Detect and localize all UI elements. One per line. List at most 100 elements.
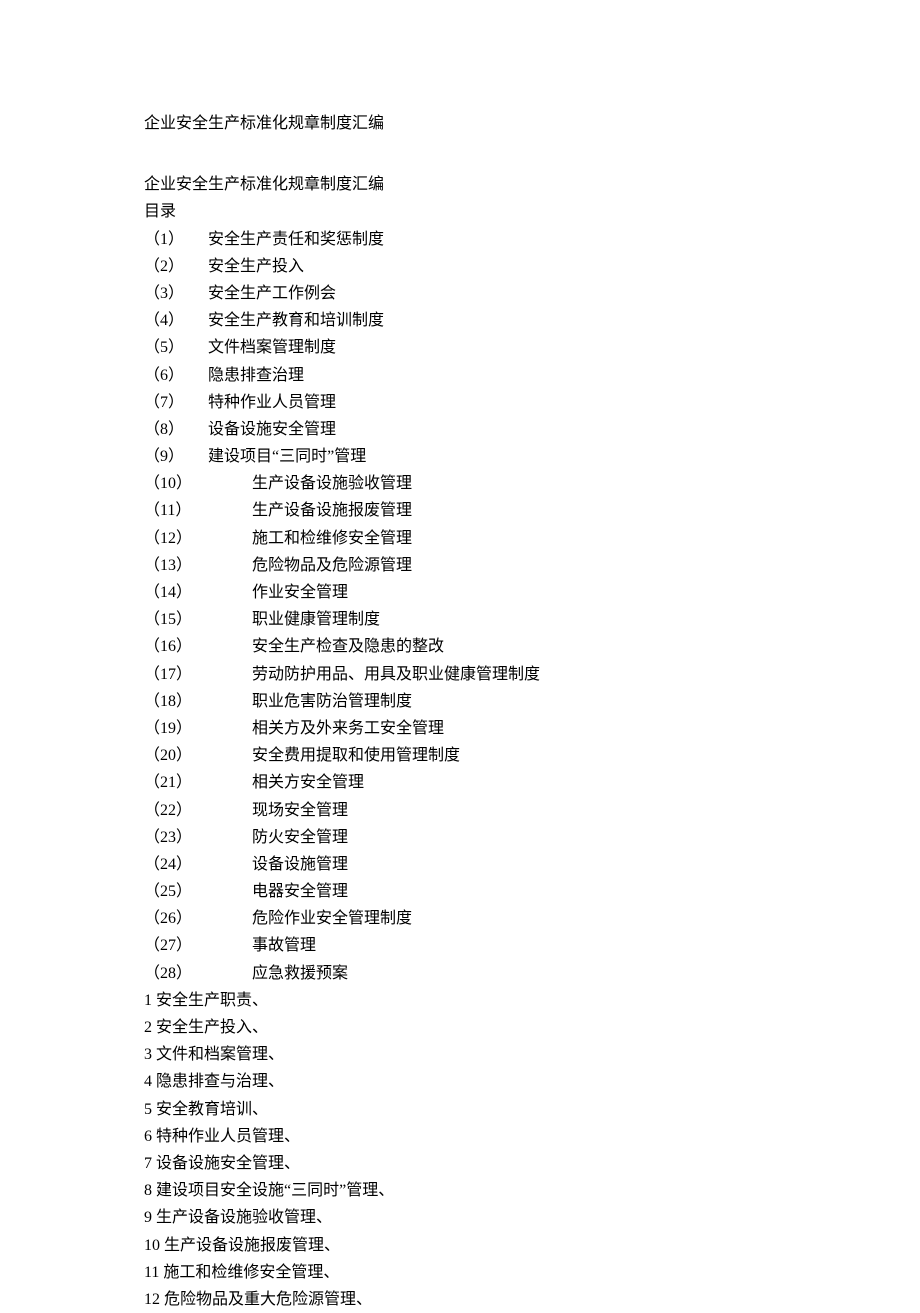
toc-item-text: 应急救援预案 [252, 960, 348, 987]
list-item: 9 生产设备设施验收管理、 [144, 1204, 920, 1231]
toc-item-text: 防火安全管理 [252, 824, 348, 851]
toc-item: （25）电器安全管理 [144, 878, 920, 905]
toc-item-text: 现场安全管理 [252, 797, 348, 824]
toc-item-text: 安全生产检查及隐患的整改 [252, 633, 444, 660]
toc-item-number: （18） [144, 688, 252, 715]
toc-item-text: 危险物品及危险源管理 [252, 552, 412, 579]
toc-item-text: 建设项目“三同时”管理 [208, 443, 366, 470]
toc-item-text: 职业危害防治管理制度 [252, 688, 412, 715]
toc-list: （1）安全生产责任和奖惩制度（2）安全生产投入（3）安全生产工作例会（4）安全生… [144, 226, 920, 987]
toc-item-text: 生产设备设施报废管理 [252, 497, 412, 524]
toc-item-number: （12） [144, 525, 252, 552]
toc-item-text: 职业健康管理制度 [252, 606, 380, 633]
toc-item-number: （27） [144, 932, 252, 959]
list-item: 7 设备设施安全管理、 [144, 1150, 920, 1177]
toc-item-number: （7） [144, 389, 208, 416]
toc-heading: 目录 [144, 198, 920, 225]
toc-item-number: （17） [144, 661, 252, 688]
toc-item-text: 电器安全管理 [252, 878, 348, 905]
toc-item: （20）安全费用提取和使用管理制度 [144, 742, 920, 769]
toc-item-text: 安全生产工作例会 [208, 280, 336, 307]
toc-item-number: （14） [144, 579, 252, 606]
toc-item-text: 安全费用提取和使用管理制度 [252, 742, 460, 769]
toc-item: （6）隐患排查治理 [144, 362, 920, 389]
toc-item-text: 事故管理 [252, 932, 316, 959]
toc-item-text: 劳动防护用品、用具及职业健康管理制度 [252, 661, 540, 688]
document-page: 企业安全生产标准化规章制度汇编 企业安全生产标准化规章制度汇编 目录 （1）安全… [0, 0, 920, 1313]
toc-item-text: 安全生产投入 [208, 253, 304, 280]
toc-item: （9）建设项目“三同时”管理 [144, 443, 920, 470]
toc-item-number: （21） [144, 769, 252, 796]
toc-item-text: 施工和检维修安全管理 [252, 525, 412, 552]
toc-item-text: 设备设施管理 [252, 851, 348, 878]
list-item: 12 危险物品及重大危险源管理、 [144, 1286, 920, 1313]
toc-item: （27）事故管理 [144, 932, 920, 959]
toc-item: （15）职业健康管理制度 [144, 606, 920, 633]
toc-item: （12）施工和检维修安全管理 [144, 525, 920, 552]
toc-item-number: （11） [144, 497, 252, 524]
list-item: 6 特种作业人员管理、 [144, 1123, 920, 1150]
toc-item-number: （23） [144, 824, 252, 851]
list-item: 10 生产设备设施报废管理、 [144, 1232, 920, 1259]
toc-item-text: 隐患排查治理 [208, 362, 304, 389]
toc-item-number: （22） [144, 797, 252, 824]
toc-item: （11）生产设备设施报废管理 [144, 497, 920, 524]
toc-item: （17）劳动防护用品、用具及职业健康管理制度 [144, 661, 920, 688]
toc-item: （5）文件档案管理制度 [144, 334, 920, 361]
toc-item-number: （2） [144, 253, 208, 280]
numbered-list: 1 安全生产职责、2 安全生产投入、3 文件和档案管理、4 隐患排查与治理、5 … [144, 987, 920, 1313]
toc-item-number: （16） [144, 633, 252, 660]
document-title: 企业安全生产标准化规章制度汇编 [144, 110, 920, 137]
toc-item-text: 相关方及外来务工安全管理 [252, 715, 444, 742]
toc-item-text: 危险作业安全管理制度 [252, 905, 412, 932]
toc-item: （23）防火安全管理 [144, 824, 920, 851]
toc-item: （2）安全生产投入 [144, 253, 920, 280]
toc-item: （21）相关方安全管理 [144, 769, 920, 796]
toc-item: （19）相关方及外来务工安全管理 [144, 715, 920, 742]
toc-item-text: 生产设备设施验收管理 [252, 470, 412, 497]
toc-item-number: （5） [144, 334, 208, 361]
toc-item-number: （26） [144, 905, 252, 932]
toc-item-text: 特种作业人员管理 [208, 389, 336, 416]
toc-item: （16）安全生产检查及隐患的整改 [144, 633, 920, 660]
toc-item-text: 设备设施安全管理 [208, 416, 336, 443]
list-item: 3 文件和档案管理、 [144, 1041, 920, 1068]
toc-item: （4）安全生产教育和培训制度 [144, 307, 920, 334]
toc-item-number: （3） [144, 280, 208, 307]
list-item: 11 施工和检维修安全管理、 [144, 1259, 920, 1286]
toc-item: （28）应急救援预案 [144, 960, 920, 987]
toc-item: （7）特种作业人员管理 [144, 389, 920, 416]
toc-item-number: （6） [144, 362, 208, 389]
toc-item: （18）职业危害防治管理制度 [144, 688, 920, 715]
toc-item: （24）设备设施管理 [144, 851, 920, 878]
toc-item-text: 作业安全管理 [252, 579, 348, 606]
toc-item-text: 安全生产教育和培训制度 [208, 307, 384, 334]
toc-item: （26）危险作业安全管理制度 [144, 905, 920, 932]
document-subtitle: 企业安全生产标准化规章制度汇编 [144, 171, 920, 198]
toc-item: （14）作业安全管理 [144, 579, 920, 606]
toc-item: （13）危险物品及危险源管理 [144, 552, 920, 579]
toc-item-number: （28） [144, 960, 252, 987]
toc-item-number: （24） [144, 851, 252, 878]
toc-item-text: 安全生产责任和奖惩制度 [208, 226, 384, 253]
toc-item-number: （9） [144, 443, 208, 470]
toc-item: （22）现场安全管理 [144, 797, 920, 824]
toc-item: （10）生产设备设施验收管理 [144, 470, 920, 497]
toc-item-number: （1） [144, 226, 208, 253]
list-item: 4 隐患排查与治理、 [144, 1068, 920, 1095]
toc-item-number: （15） [144, 606, 252, 633]
toc-item-text: 文件档案管理制度 [208, 334, 336, 361]
toc-item-number: （25） [144, 878, 252, 905]
toc-item-number: （13） [144, 552, 252, 579]
toc-item-text: 相关方安全管理 [252, 769, 364, 796]
toc-item: （8）设备设施安全管理 [144, 416, 920, 443]
toc-item-number: （4） [144, 307, 208, 334]
toc-item-number: （20） [144, 742, 252, 769]
list-item: 5 安全教育培训、 [144, 1096, 920, 1123]
toc-item: （1）安全生产责任和奖惩制度 [144, 226, 920, 253]
toc-item-number: （19） [144, 715, 252, 742]
list-item: 2 安全生产投入、 [144, 1014, 920, 1041]
list-item: 1 安全生产职责、 [144, 987, 920, 1014]
toc-item-number: （8） [144, 416, 208, 443]
list-item: 8 建设项目安全设施“三同时”管理、 [144, 1177, 920, 1204]
